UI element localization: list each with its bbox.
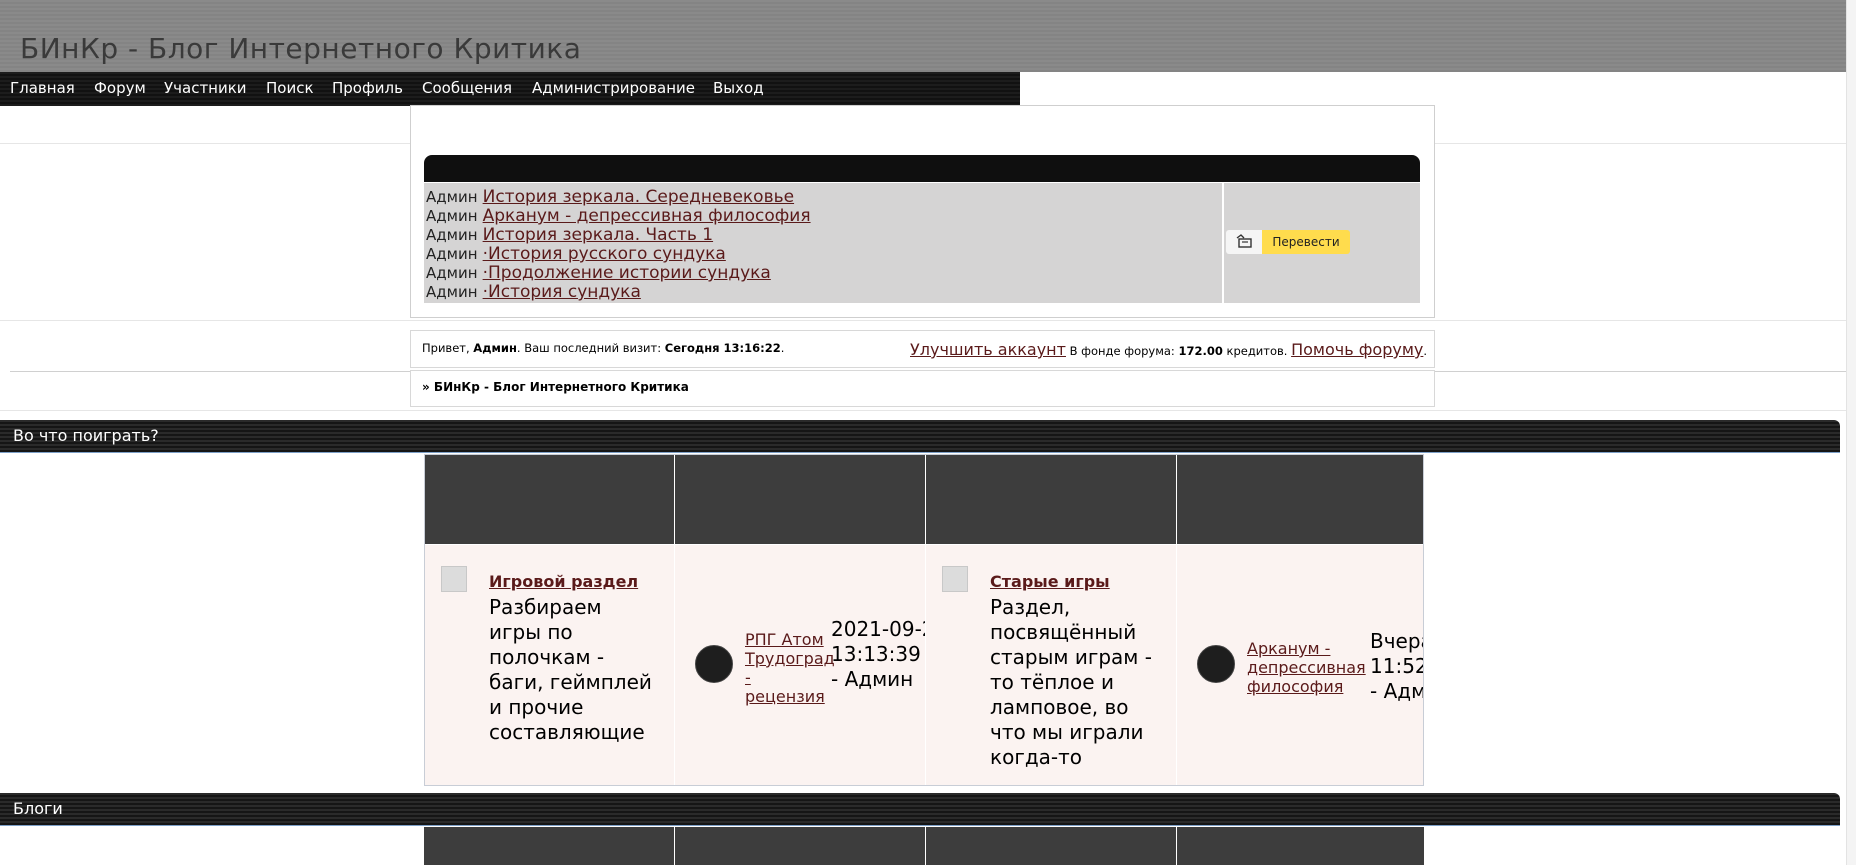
greeting: Привет, [422,341,474,355]
category-title[interactable]: Во что поиграть? [13,426,159,445]
nav-logout[interactable]: Выход [713,79,764,97]
news-item: Админ ·История сундука [426,282,641,302]
forum-table: Игровой раздел Разбираем игры по полочка… [424,454,1424,786]
forum-table-border [424,454,1424,786]
nav-home[interactable]: Главная [10,79,75,97]
scrollbar[interactable] [1846,0,1856,865]
divider [0,410,1856,411]
fund-unit: кредитов. [1222,344,1292,358]
news-author: Админ [426,264,478,282]
news-link[interactable]: ·Продолжение истории сундука [483,263,771,283]
news-link[interactable]: История зеркала. Середневековье [483,187,794,207]
news-item: Админ История зеркала. Часть 1 [426,225,713,245]
site-title[interactable]: БИнКр - Блог Интернетного Критика [20,32,581,65]
news-item: Админ История зеркала. Середневековье [426,187,794,207]
nav-messages[interactable]: Сообщения [422,79,512,97]
forum-table-header-cell [424,827,674,865]
forum-table-header-cell [926,827,1176,865]
news-item: Админ ·Продолжение истории сундука [426,263,771,283]
nav-members[interactable]: Участники [164,79,247,97]
last-visit-value: Сегодня 13:16:22 [664,341,781,355]
username[interactable]: Админ [473,341,517,355]
category-header: Блоги [0,793,1840,826]
news-author: Админ [426,207,478,225]
forum-table [424,827,1424,865]
divider [0,320,1856,321]
category-header: Во что поиграть? [0,420,1840,453]
forum-table-header-cell [675,827,925,865]
news-link[interactable]: Арканум - депрессивная философия [483,206,811,226]
nav-profile[interactable]: Профиль [332,79,403,97]
news-author: Админ [426,283,478,301]
nav-administration[interactable]: Администрирование [532,79,695,97]
breadcrumb[interactable]: » БИнКр - Блог Интернетного Критика [422,380,689,394]
category-title[interactable]: Блоги [13,799,63,818]
news-link[interactable]: История зеркала. Часть 1 [483,225,713,245]
news-link[interactable]: ·История сундука [483,282,641,302]
news-item: Админ Арканум - депрессивная философия [426,206,811,226]
fund-label: В фонде форума: [1065,344,1179,358]
nav-search[interactable]: Поиск [266,79,314,97]
forum-table-header-cell [1177,827,1424,865]
nav-forum[interactable]: Форум [94,79,146,97]
upgrade-account-link[interactable]: Улучшить аккаунт [910,340,1066,359]
news-author: Админ [426,226,478,244]
news-author: Админ [426,245,478,263]
account-info: Улучшить аккаунт В фонде форума: 172.00 … [910,340,1428,359]
news-item: Админ ·История русского сундука [426,244,726,264]
welcome-text: Привет, Админ. Ваш последний визит: Сего… [422,341,785,355]
news-author: Админ [426,188,478,206]
translate-icon[interactable] [1226,230,1263,254]
main-navbar: Главная Форум Участники Поиск Профиль Со… [0,72,1020,106]
help-forum-link[interactable]: Помочь форуму [1291,340,1423,359]
translate-button[interactable]: Перевести [1262,230,1350,254]
last-visit-label: . Ваш последний визит: [516,341,665,355]
news-link[interactable]: ·История русского сундука [483,244,726,264]
fund-value: 172.00 [1178,344,1223,358]
announcement-header-bar [424,155,1420,182]
